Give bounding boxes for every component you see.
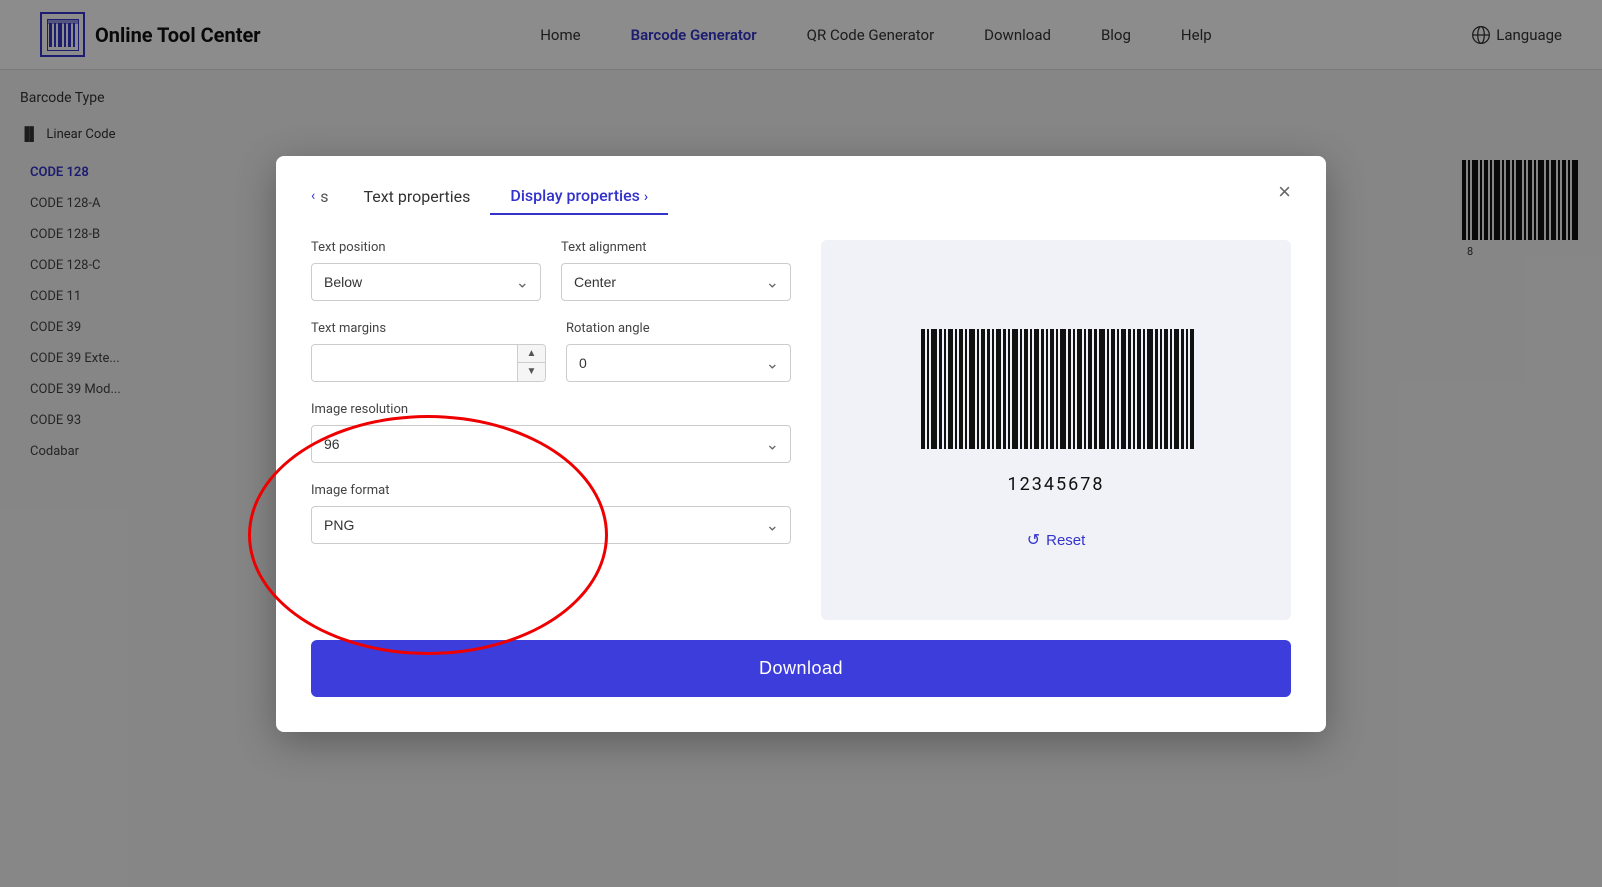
barcode-number: 12345678	[1008, 474, 1105, 495]
modal-body: Text position Below Above None Text alig…	[311, 240, 1291, 620]
modal-close-button[interactable]: ×	[1278, 181, 1291, 203]
chevron-right-icon: ›	[644, 189, 648, 205]
tab-prev[interactable]: ‹ s	[311, 187, 343, 214]
image-resolution-select[interactable]: 72 96 150 300	[311, 425, 791, 463]
image-resolution-label: Image resolution	[311, 402, 791, 417]
barcode-svg	[916, 329, 1196, 469]
modal: ‹ s Text properties Display properties ›…	[276, 156, 1326, 732]
image-format-select[interactable]: PNG JPEG SVG BMP	[311, 506, 791, 544]
text-alignment-group: Text alignment Center Left Right	[561, 240, 791, 301]
modal-tabs: ‹ s Text properties Display properties ›…	[311, 186, 1291, 215]
text-position-label: Text position	[311, 240, 541, 255]
image-format-label: Image format	[311, 483, 791, 498]
rotation-angle-group: Rotation angle 0 90 180 270	[566, 321, 791, 382]
rotation-angle-select-wrapper: 0 90 180 270	[566, 344, 791, 382]
text-alignment-select-wrapper: Center Left Right	[561, 263, 791, 301]
image-format-select-wrapper: PNG JPEG SVG BMP	[311, 506, 791, 544]
spinner-up-button[interactable]: ▲	[518, 345, 545, 364]
barcode-preview: 12345678	[896, 309, 1216, 515]
reset-icon: ↺	[1027, 530, 1040, 550]
text-margins-spinner: 1 ▲ ▼	[311, 344, 546, 382]
spinner-buttons: ▲ ▼	[517, 345, 545, 381]
download-button[interactable]: Download	[311, 640, 1291, 697]
text-position-select[interactable]: Below Above None	[311, 263, 541, 301]
tab-prev-label: s	[320, 187, 328, 206]
spinner-down-button[interactable]: ▼	[518, 363, 545, 381]
chevron-left-icon: ‹	[311, 188, 315, 204]
left-panel: Text position Below Above None Text alig…	[311, 240, 791, 620]
rotation-angle-label: Rotation angle	[566, 321, 791, 336]
tab-display-properties[interactable]: Display properties ›	[490, 186, 668, 215]
tab-text-properties[interactable]: Text properties	[343, 187, 490, 214]
rotation-angle-select[interactable]: 0 90 180 270	[566, 344, 791, 382]
image-format-group: Image format PNG JPEG SVG BMP	[311, 483, 791, 544]
barcode-preview-panel: 12345678 ↺ Reset	[821, 240, 1291, 620]
text-margins-label: Text margins	[311, 321, 546, 336]
reset-button[interactable]: ↺ Reset	[1027, 530, 1086, 550]
image-resolution-group: Image resolution 72 96 150 300	[311, 402, 791, 463]
form-row-1: Text position Below Above None Text alig…	[311, 240, 791, 301]
image-resolution-select-wrapper: 72 96 150 300	[311, 425, 791, 463]
text-margins-group: Text margins 1 ▲ ▼	[311, 321, 546, 382]
text-alignment-select[interactable]: Center Left Right	[561, 263, 791, 301]
text-position-group: Text position Below Above None	[311, 240, 541, 301]
text-position-select-wrapper: Below Above None	[311, 263, 541, 301]
text-margins-input[interactable]: 1	[312, 345, 517, 381]
text-alignment-label: Text alignment	[561, 240, 791, 255]
form-row-2: Text margins 1 ▲ ▼ Rotation angle 0	[311, 321, 791, 382]
